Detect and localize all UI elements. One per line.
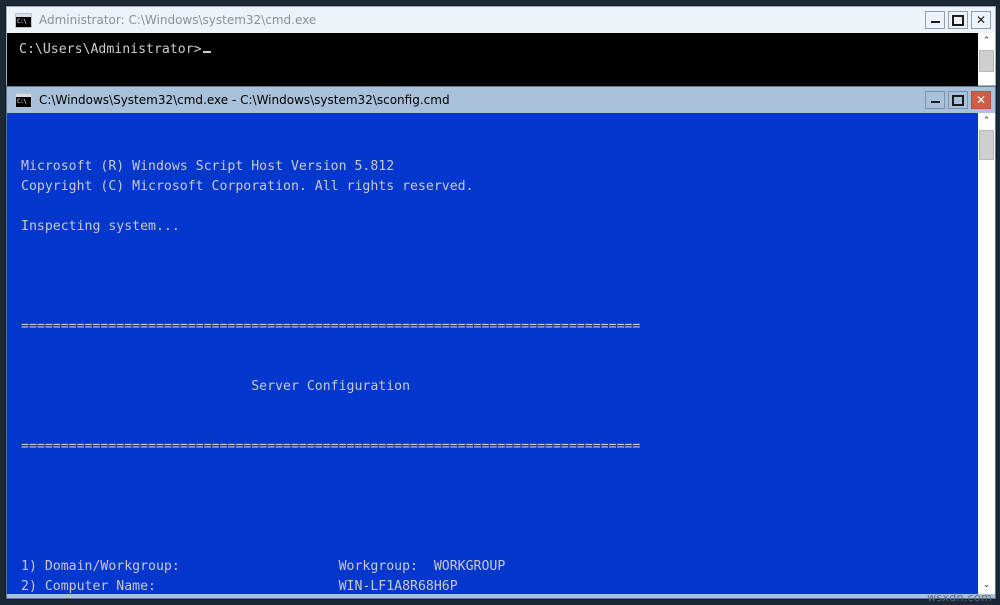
window-sconfig-cmd[interactable]: C:\Windows\System32\cmd.exe - C:\Windows… xyxy=(6,86,996,599)
script-host-header: Microsoft (R) Windows Script Host Versio… xyxy=(21,159,474,234)
cmd-icon xyxy=(15,12,32,28)
cmd-icon xyxy=(15,92,32,108)
minimize-button[interactable] xyxy=(925,91,945,109)
sconfig-menu: 1) Domain/Workgroup: Workgroup: WORKGROU… xyxy=(21,557,978,594)
scrollbar-thumb[interactable] xyxy=(979,50,994,72)
banner-separator-top: ========================================… xyxy=(21,319,641,334)
scroll-up-arrow-icon[interactable]: ⌃ xyxy=(978,33,995,50)
text-cursor xyxy=(202,51,211,53)
scrollbar-track[interactable] xyxy=(978,130,995,577)
window-administrator-cmd[interactable]: Administrator: C:\Windows\system32\cmd.e… xyxy=(6,6,996,88)
close-button[interactable]: ✕ xyxy=(971,11,991,29)
console-body-sconfig-cmd: Microsoft (R) Windows Script Host Versio… xyxy=(7,113,995,594)
maximize-button[interactable] xyxy=(948,11,968,29)
titlebar-sconfig-cmd[interactable]: C:\Windows\System32\cmd.exe - C:\Windows… xyxy=(7,87,995,113)
window-controls-sconfig-cmd: ✕ xyxy=(925,87,995,113)
watermark: wsxdn.com xyxy=(927,591,992,604)
console-output-sconfig-cmd[interactable]: Microsoft (R) Windows Script Host Versio… xyxy=(7,113,978,594)
scrollbar-administrator-cmd[interactable]: ⌃ xyxy=(978,33,995,87)
command-prompt-line: C:\Users\Administrator> xyxy=(19,42,202,57)
menu-item[interactable]: 2) Computer Name: WIN-LF1A8R68H6P xyxy=(21,577,978,594)
console-body-administrator-cmd: C:\Users\Administrator> ⌃ xyxy=(7,33,995,87)
scrollbar-sconfig-cmd[interactable]: ⌃ ⌄ xyxy=(978,113,995,594)
window-controls-administrator-cmd: ✕ xyxy=(925,7,995,33)
menu-spacer xyxy=(21,497,978,517)
close-button[interactable]: ✕ xyxy=(971,91,991,109)
menu-item[interactable]: 1) Domain/Workgroup: Workgroup: WORKGROU… xyxy=(21,557,978,577)
banner-title: Server Configuration xyxy=(21,379,411,394)
console-output-administrator-cmd[interactable]: C:\Users\Administrator> xyxy=(7,33,978,87)
window-title-administrator-cmd: Administrator: C:\Windows\system32\cmd.e… xyxy=(39,13,317,27)
window-title-sconfig-cmd: C:\Windows\System32\cmd.exe - C:\Windows… xyxy=(39,93,450,107)
scrollbar-track[interactable] xyxy=(978,50,995,87)
titlebar-administrator-cmd[interactable]: Administrator: C:\Windows\system32\cmd.e… xyxy=(7,7,995,33)
scrollbar-thumb[interactable] xyxy=(979,130,994,160)
minimize-button[interactable] xyxy=(925,11,945,29)
banner-separator-bottom: ========================================… xyxy=(21,439,641,454)
scroll-up-arrow-icon[interactable]: ⌃ xyxy=(978,113,995,130)
maximize-button[interactable] xyxy=(948,91,968,109)
